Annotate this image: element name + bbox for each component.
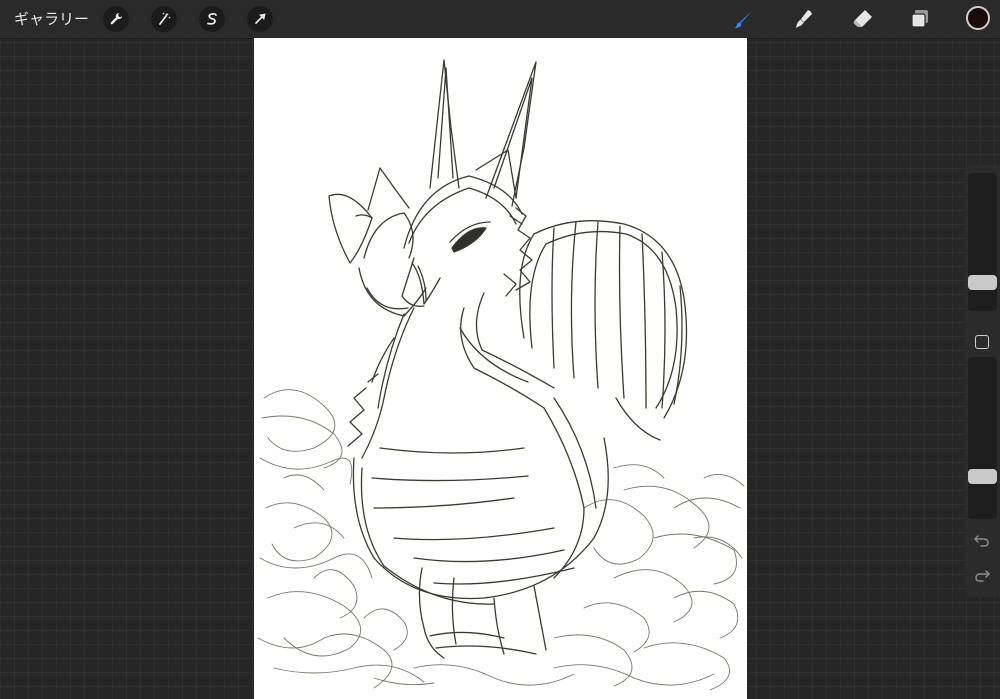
selection-s-icon (207, 12, 217, 25)
redo-arrow-icon[interactable] (973, 567, 991, 585)
top-toolbar: ギャラリー (0, 0, 1000, 39)
side-toolbar (965, 165, 1000, 597)
layers-tool-button[interactable] (905, 4, 935, 34)
selection-button[interactable] (199, 6, 225, 32)
color-picker-button[interactable] (966, 6, 990, 30)
eraser-icon (853, 10, 872, 27)
opacity-slider-thumb[interactable] (968, 469, 997, 484)
brush-size-slider-thumb[interactable] (968, 275, 997, 290)
brush-icon (734, 10, 753, 29)
transform-button[interactable] (247, 6, 273, 32)
undo-arrow-icon[interactable] (973, 532, 991, 550)
opacity-slider[interactable] (968, 357, 997, 519)
smudge-tool-button[interactable] (789, 4, 819, 34)
brush-size-slider[interactable] (968, 173, 997, 311)
actions-button[interactable] (103, 6, 129, 32)
dragon-sketch-artwork (257, 59, 745, 691)
wrench-icon (110, 13, 122, 25)
adjustments-button[interactable] (151, 6, 177, 32)
magic-wand-icon (159, 12, 171, 25)
paint-tool-button[interactable] (729, 4, 759, 34)
arrow-cursor-icon (255, 13, 266, 24)
drawing-canvas[interactable] (254, 38, 747, 699)
eraser-tool-button[interactable] (848, 4, 878, 34)
modify-button[interactable] (975, 335, 989, 349)
gallery-button[interactable]: ギャラリー (14, 9, 89, 29)
smudge-icon (796, 10, 812, 28)
layers-icon (911, 10, 928, 28)
